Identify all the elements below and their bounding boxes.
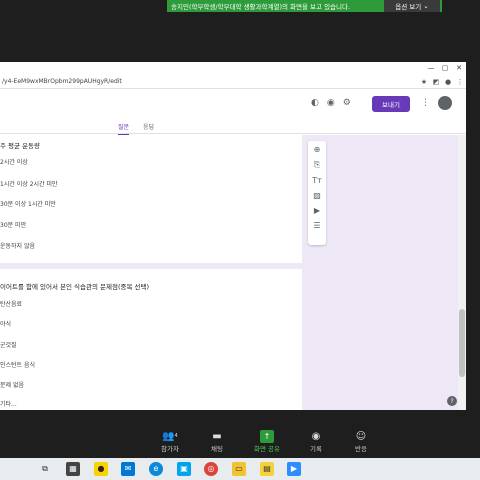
task-view-icon[interactable]: ⧉ bbox=[38, 462, 52, 476]
header-actions: ◐ ◉ ⚙ bbox=[311, 98, 351, 108]
chevron-down-icon: ⌄ bbox=[423, 2, 429, 10]
reaction-label: 반응 bbox=[355, 445, 367, 453]
share-screen-label: 화면 공유 bbox=[254, 445, 280, 453]
record-button[interactable]: ◉ 기록 bbox=[296, 430, 336, 453]
settings-gear-icon[interactable]: ⚙ bbox=[343, 98, 351, 108]
help-icon[interactable]: ? bbox=[447, 396, 457, 406]
view-options-button[interactable]: 옵션 보기 ⌄ bbox=[384, 0, 440, 12]
scroll-thumb[interactable] bbox=[459, 309, 465, 377]
chat-button[interactable]: ▬ 채팅 bbox=[197, 430, 237, 453]
option-label[interactable]: 운동하지 않음 bbox=[0, 241, 35, 250]
add-video-icon[interactable]: ▶ bbox=[314, 206, 320, 215]
record-icon: ◉ bbox=[311, 431, 321, 442]
avatar[interactable] bbox=[438, 96, 452, 110]
more-options-icon[interactable]: ⋮ bbox=[421, 98, 430, 108]
import-questions-icon[interactable]: ⎘ bbox=[314, 160, 320, 170]
tab-questions[interactable]: 질문 bbox=[118, 122, 130, 136]
option-label[interactable]: 군것질 bbox=[0, 340, 17, 349]
extensions-icon[interactable]: ◩ bbox=[430, 78, 442, 86]
browser-menu-icon[interactable]: ⋮ bbox=[454, 78, 466, 86]
minimize-icon[interactable]: — bbox=[424, 62, 438, 74]
chat-label: 채팅 bbox=[211, 445, 223, 453]
question-title[interactable]: 이어트를 함에 있어서 본인 식습관의 문제점(중복 선택) bbox=[0, 281, 149, 291]
add-title-icon[interactable]: Tт bbox=[312, 176, 322, 185]
question-title[interactable]: 주 평균 운동량 bbox=[0, 140, 40, 150]
file-explorer-icon[interactable]: ▭ bbox=[232, 462, 246, 476]
option-label[interactable]: 30분 미만 bbox=[0, 220, 26, 229]
question-card[interactable]: 이어트를 함에 있어서 본인 식습관의 문제점(중복 선택) 탄산음료 야식 군… bbox=[0, 269, 302, 410]
maximize-icon[interactable]: ▢ bbox=[438, 62, 452, 74]
shared-browser-window: — ▢ ✕ /y4-EeM9wxMBrOpbm299pAUHgyR/edit ★… bbox=[0, 62, 466, 410]
option-label[interactable]: 인스턴트 음식 bbox=[0, 360, 35, 369]
windows-taskbar: ⧉ ▦ ● ✉ e ▣ ◎ ▭ ▤ ▶ bbox=[0, 458, 480, 480]
add-section-icon[interactable]: ☰ bbox=[313, 221, 320, 230]
form-canvas: 주 평균 운동량 2시간 이상 1시간 이상 2시간 미만 30분 이상 1시간… bbox=[0, 135, 458, 410]
share-screen-icon: ↑ bbox=[260, 430, 274, 443]
add-question-icon[interactable]: ⊕ bbox=[314, 145, 321, 154]
address-bar[interactable]: /y4-EeM9wxMBrOpbm299pAUHgyR/edit ★ ◩ ● ⋮ bbox=[0, 75, 466, 89]
store-icon[interactable]: ▦ bbox=[66, 462, 80, 476]
edge-icon[interactable]: e bbox=[149, 462, 163, 476]
profile-icon[interactable]: ● bbox=[442, 78, 454, 86]
floating-toolbar: ⊕ ⎘ Tт ▨ ▶ ☰ bbox=[308, 141, 326, 245]
palette-icon[interactable]: ◐ bbox=[311, 98, 319, 108]
send-button[interactable]: 보내기 bbox=[372, 96, 410, 112]
tab-responses[interactable]: 응답 bbox=[143, 122, 154, 136]
participants-button[interactable]: 👥4 참가자 bbox=[150, 430, 190, 453]
share-screen-button[interactable]: ↑ 화면 공유 bbox=[247, 430, 287, 453]
form-tabs: 질문 응답 bbox=[118, 122, 154, 136]
chrome-icon[interactable]: ◎ bbox=[204, 462, 218, 476]
kakaotalk-icon[interactable]: ● bbox=[94, 462, 108, 476]
forms-header: ◐ ◉ ⚙ 보내기 ⋮ 질문 응답 bbox=[0, 90, 466, 136]
option-label[interactable]: 문제 없음 bbox=[0, 380, 24, 389]
preview-eye-icon[interactable]: ◉ bbox=[327, 98, 335, 108]
participants-label: 참가자 bbox=[161, 445, 179, 453]
close-icon[interactable]: ✕ bbox=[452, 62, 466, 74]
option-label[interactable]: 30분 이상 1시간 미만 bbox=[0, 199, 56, 208]
windows-app-icon[interactable]: ▣ bbox=[177, 462, 191, 476]
option-label[interactable]: 1시간 이상 2시간 미만 bbox=[0, 179, 58, 188]
reaction-button[interactable]: ☺ 반응 bbox=[341, 430, 381, 453]
option-label[interactable]: 2시간 이상 bbox=[0, 157, 28, 166]
options-label: 옵션 보기 bbox=[395, 3, 422, 11]
page-scrollbar[interactable] bbox=[458, 135, 466, 410]
zoom-toolbar: 👥4 참가자 ▬ 채팅 ↑ 화면 공유 ◉ 기록 ☺ 반응 bbox=[0, 425, 480, 458]
participants-icon: 👥4 bbox=[162, 431, 178, 442]
option-label[interactable]: 탄산음료 bbox=[0, 299, 22, 308]
star-icon[interactable]: ★ bbox=[418, 78, 430, 86]
reaction-icon: ☺ bbox=[355, 431, 367, 442]
question-card[interactable]: 주 평균 운동량 2시간 이상 1시간 이상 2시간 미만 30분 이상 1시간… bbox=[0, 135, 302, 263]
mail-icon[interactable]: ✉ bbox=[121, 462, 135, 476]
window-controls: — ▢ ✕ bbox=[424, 62, 466, 74]
option-label[interactable]: 야식 bbox=[0, 319, 11, 328]
record-label: 기록 bbox=[310, 445, 322, 453]
sticky-notes-icon[interactable]: ▤ bbox=[260, 462, 274, 476]
url-text[interactable]: /y4-EeM9wxMBrOpbm299pAUHgyR/edit bbox=[0, 78, 418, 85]
zoom-app-icon[interactable]: ▶ bbox=[287, 462, 301, 476]
add-image-icon[interactable]: ▨ bbox=[313, 191, 321, 200]
option-label[interactable]: 기타... bbox=[0, 399, 17, 408]
chat-icon: ▬ bbox=[212, 431, 222, 442]
